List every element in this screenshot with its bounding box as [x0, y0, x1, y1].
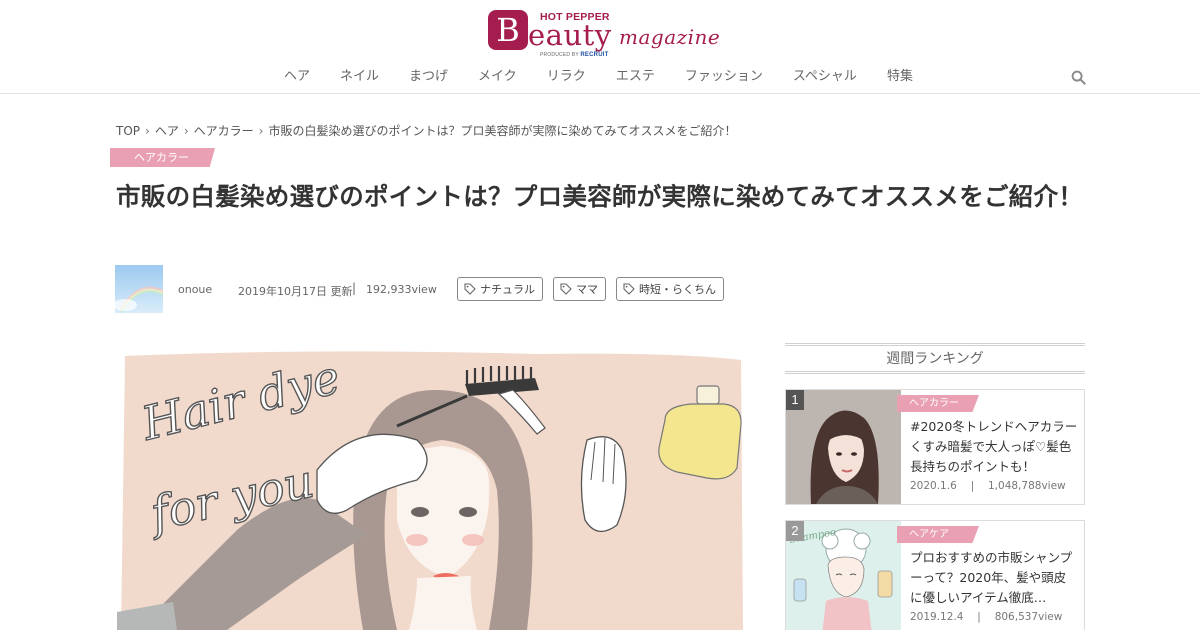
nav-item-feature[interactable]: 特集	[887, 66, 913, 88]
nav-item-nail[interactable]: ネイル	[340, 66, 379, 88]
ranking-item-1[interactable]: 1 ヘアカラー #2020冬トレンドヘアカラー くすみ暗髪で大人っぽ♡髪色長持ち…	[785, 389, 1085, 505]
tag-icon	[464, 283, 476, 295]
chevron-right-icon: ›	[258, 123, 264, 138]
ranking-number: 2	[786, 521, 804, 541]
tag-label: 時短・らくちん	[639, 283, 716, 296]
ranking-category-label: ヘアケア	[897, 526, 979, 543]
author-avatar[interactable]	[115, 265, 163, 313]
logo-magazine-text: magazine	[619, 25, 721, 49]
logo-produced-by: PRODUCED BY RECRUIT	[540, 52, 608, 58]
nav-item-makeup[interactable]: メイク	[478, 66, 517, 88]
meta-separator: |	[352, 281, 357, 295]
nav-item-esthe[interactable]: エステ	[616, 66, 655, 88]
breadcrumb-top[interactable]: TOP	[116, 124, 140, 138]
ranking-meta: 2019.12.4 | 806,537view	[910, 609, 1062, 624]
logo-b-mark: B	[488, 10, 528, 50]
nav-item-hair[interactable]: ヘア	[284, 66, 310, 88]
tag-icon	[560, 283, 572, 295]
ranking-item-2[interactable]: Shampoo 2 ヘアケア プロおすすめの市販シャンプーって？2020年、髪や…	[785, 520, 1085, 630]
nav-item-fashion[interactable]: ファッション	[685, 66, 763, 88]
tag-mama[interactable]: ママ	[553, 277, 606, 301]
tag-icon	[623, 283, 635, 295]
ranking-date: 2020.1.6	[910, 480, 957, 492]
article-title: 市販の白髪染め選びのポイントは？プロ美容師が実際に染めてみてオススメをご紹介！	[116, 182, 1084, 211]
ranking-title: #2020冬トレンドヘアカラー くすみ暗髪で大人っぽ♡髪色長持ちのポイントも！	[910, 419, 1078, 474]
article-tags: ナチュラル ママ 時短・らくちん	[457, 277, 734, 301]
produced-by-text: PRODUCED BY	[540, 52, 579, 58]
tag-label: ママ	[576, 283, 598, 296]
weekly-ranking-heading: 週間ランキング	[785, 343, 1085, 374]
ranking-separator: |	[960, 480, 985, 492]
breadcrumb-current: 市販の白髪染め選びのポイントは？プロ美容師が実際に染めてみてオススメをご紹介！	[268, 124, 737, 138]
main-nav: ヘア ネイル まつげ メイク リラク エステ ファッション スペシャル 特集	[270, 66, 943, 88]
article-hero-image: Hair dye for you	[117, 350, 747, 630]
ranking-meta: 2020.1.6 | 1,048,788view	[910, 478, 1066, 493]
chevron-right-icon: ›	[183, 123, 189, 138]
ranking-separator: |	[966, 611, 992, 623]
article-category-label[interactable]: ヘアカラー	[110, 148, 215, 167]
recruit-text: RECRUIT	[580, 52, 609, 58]
nav-item-special[interactable]: スペシャル	[793, 66, 857, 88]
ranking-views: 1,048,788view	[988, 480, 1066, 492]
breadcrumb: TOP › ヘア › ヘアカラー › 市販の白髪染め選びのポイントは？プロ美容師…	[116, 122, 737, 139]
logo-beauty-text: eauty	[528, 18, 612, 52]
ranking-number: 1	[786, 390, 804, 410]
ranking-views: 806,537view	[994, 611, 1063, 623]
breadcrumb-hair[interactable]: ヘア	[155, 122, 179, 139]
article-date: 2019年10月17日 更新	[238, 285, 353, 298]
nav-item-relax[interactable]: リラク	[547, 66, 586, 88]
nav-item-eyelash[interactable]: まつげ	[409, 66, 448, 88]
ranking-category-label: ヘアカラー	[897, 395, 979, 412]
tag-natural[interactable]: ナチュラル	[457, 277, 543, 301]
author-name[interactable]: onoue	[178, 283, 212, 296]
article-views: 192,933view	[366, 283, 437, 296]
site-logo[interactable]: B HOT PEPPER eauty magazine PRODUCED BY …	[488, 8, 721, 62]
tag-label: ナチュラル	[480, 283, 535, 296]
breadcrumb-hair-color[interactable]: ヘアカラー	[194, 122, 254, 139]
search-icon[interactable]	[1071, 70, 1086, 85]
site-header: B HOT PEPPER eauty magazine PRODUCED BY …	[0, 0, 1200, 94]
chevron-right-icon: ›	[145, 123, 150, 138]
tag-time-saving[interactable]: 時短・らくちん	[616, 277, 724, 301]
ranking-date: 2019.12.4	[910, 611, 964, 623]
ranking-title: プロおすすめの市販シャンプーって？2020年、髪や頭皮に優しいアイテム徹底…	[910, 550, 1073, 605]
